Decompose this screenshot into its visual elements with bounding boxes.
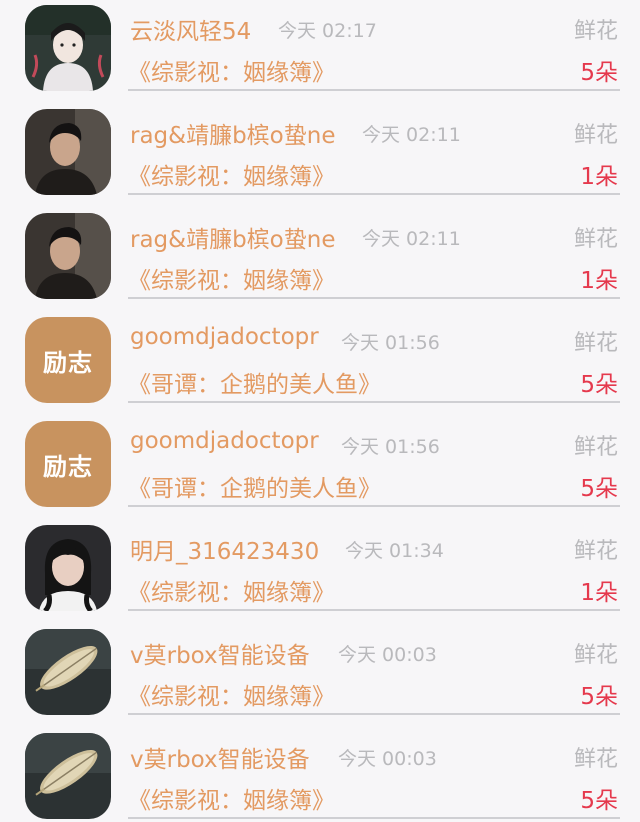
gift-type-label: 鲜花 (573, 435, 618, 460)
timestamp: 今天 02:17 (278, 20, 377, 42)
avatar-golden-leaf-icon[interactable] (25, 629, 111, 715)
book-title-link[interactable]: 《综影视：姻缘簿》 (128, 781, 335, 815)
gift-record-row[interactable]: 励志 goomdjadoctopr 今天 01:56 鲜花 《哥谭：企鹅的美人鱼… (0, 312, 640, 416)
username[interactable]: rag&靖臁b槟o蛰ne (130, 220, 335, 254)
gift-record-row[interactable]: rag&靖臁b槟o蛰ne 今天 02:11 鲜花 《综影视：姻缘簿》 1朵 (0, 208, 640, 312)
gift-count: 1朵 (580, 268, 618, 294)
avatar-lizhi-text-icon[interactable]: 励志 (25, 317, 111, 403)
book-title-link[interactable]: 《综影视：姻缘簿》 (128, 677, 335, 711)
timestamp: 今天 00:03 (338, 748, 437, 770)
book-title-link[interactable]: 《哥谭：企鹅的美人鱼》 (128, 469, 381, 503)
divider (128, 817, 620, 819)
avatar-text: 励志 (43, 347, 93, 377)
divider (128, 401, 620, 403)
divider (128, 89, 620, 91)
username[interactable]: v莫rbox智能设备 (130, 740, 310, 774)
divider (128, 505, 620, 507)
username[interactable]: goomdjadoctopr (130, 324, 319, 350)
timestamp: 今天 02:11 (362, 228, 461, 250)
gift-type-label: 鲜花 (573, 643, 618, 668)
timestamp: 今天 02:11 (362, 124, 461, 146)
avatar-golden-leaf-icon[interactable] (25, 733, 111, 819)
username[interactable]: 云淡风轻54 (130, 12, 251, 46)
gift-type-label: 鲜花 (573, 19, 618, 44)
gift-type-label: 鲜花 (573, 747, 618, 772)
timestamp: 今天 01:56 (341, 332, 440, 354)
gift-record-row[interactable]: 励志 goomdjadoctopr 今天 01:56 鲜花 《哥谭：企鹅的美人鱼… (0, 416, 640, 520)
gift-count: 1朵 (580, 580, 618, 606)
gift-type-label: 鲜花 (573, 227, 618, 252)
gift-record-list: 云淡风轻54 今天 02:17 鲜花 《综影视：姻缘簿》 5朵 rag&靖臁b槟… (0, 0, 640, 822)
book-title-link[interactable]: 《综影视：姻缘簿》 (128, 157, 335, 191)
gift-record-row[interactable]: v莫rbox智能设备 今天 00:03 鲜花 《综影视：姻缘簿》 5朵 (0, 624, 640, 728)
avatar-girl-photo-icon[interactable] (25, 525, 111, 611)
avatar-text: 励志 (43, 451, 93, 481)
gift-count: 5朵 (580, 372, 618, 398)
divider (128, 193, 620, 195)
gift-record-row[interactable]: rag&靖臁b槟o蛰ne 今天 02:11 鲜花 《综影视：姻缘簿》 1朵 (0, 104, 640, 208)
book-title-link[interactable]: 《哥谭：企鹅的美人鱼》 (128, 365, 381, 399)
gift-type-label: 鲜花 (573, 123, 618, 148)
avatar-young-man-photo-icon[interactable] (25, 109, 111, 195)
username[interactable]: v莫rbox智能设备 (130, 636, 310, 670)
book-title-link[interactable]: 《综影视：姻缘簿》 (128, 261, 335, 295)
divider (128, 713, 620, 715)
gift-count: 1朵 (580, 164, 618, 190)
gift-count: 5朵 (580, 788, 618, 814)
gift-record-row[interactable]: 明月_316423430 今天 01:34 鲜花 《综影视：姻缘簿》 1朵 (0, 520, 640, 624)
gift-count: 5朵 (580, 60, 618, 86)
gift-count: 5朵 (580, 684, 618, 710)
divider (128, 297, 620, 299)
gift-type-label: 鲜花 (573, 331, 618, 356)
timestamp: 今天 00:03 (338, 644, 437, 666)
username[interactable]: rag&靖臁b槟o蛰ne (130, 116, 335, 150)
username[interactable]: 明月_316423430 (130, 532, 319, 566)
gift-record-row[interactable]: 云淡风轻54 今天 02:17 鲜花 《综影视：姻缘簿》 5朵 (0, 0, 640, 104)
book-title-link[interactable]: 《综影视：姻缘簿》 (128, 53, 335, 87)
gift-type-label: 鲜花 (573, 539, 618, 564)
username[interactable]: goomdjadoctopr (130, 428, 319, 454)
book-title-link[interactable]: 《综影视：姻缘簿》 (128, 573, 335, 607)
timestamp: 今天 01:34 (345, 540, 444, 562)
avatar-young-man-photo-icon[interactable] (25, 213, 111, 299)
gift-record-row[interactable]: v莫rbox智能设备 今天 00:03 鲜花 《综影视：姻缘簿》 5朵 (0, 728, 640, 822)
avatar-illustrated-character-icon[interactable] (25, 5, 111, 91)
divider (128, 609, 620, 611)
gift-count: 5朵 (580, 476, 618, 502)
avatar-lizhi-text-icon[interactable]: 励志 (25, 421, 111, 507)
timestamp: 今天 01:56 (341, 436, 440, 458)
